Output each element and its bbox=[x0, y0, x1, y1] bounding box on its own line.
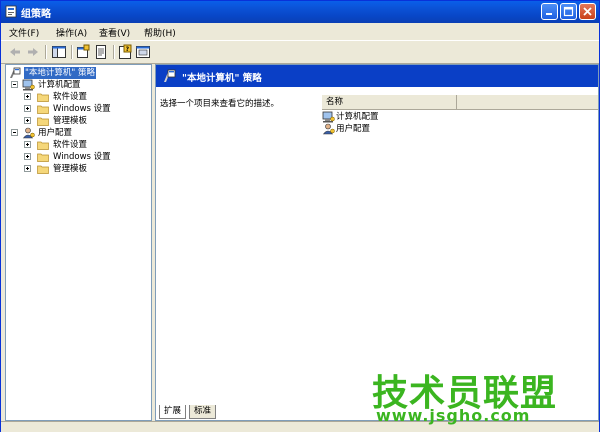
folder-icon bbox=[37, 153, 49, 162]
expand-toggle[interactable] bbox=[24, 117, 31, 124]
column-header-name[interactable]: 名称 bbox=[322, 95, 457, 109]
minimize-button[interactable] bbox=[541, 3, 558, 20]
maximize-icon bbox=[563, 6, 574, 17]
menu-file[interactable]: 文件(F) bbox=[9, 26, 39, 39]
list-item-label: 用户配置 bbox=[336, 124, 371, 134]
show-hide-tree-icon[interactable] bbox=[51, 44, 67, 60]
description-text: 选择一个项目来查看它的描述。 bbox=[160, 99, 280, 109]
watermark-url: www.jsgho.com bbox=[376, 406, 531, 425]
menu-action[interactable]: 操作(A) bbox=[56, 26, 87, 39]
collapse-toggle[interactable] bbox=[11, 129, 18, 136]
console-tree-pane[interactable]: "本地计算机" 策略 计算机配置 软件设置 Windows 设置 管理模板 用户… bbox=[5, 64, 152, 421]
svg-text:?: ? bbox=[126, 46, 130, 53]
tree-label: Windows 设置 bbox=[53, 104, 111, 114]
forward-icon[interactable] bbox=[25, 44, 41, 60]
window-title: 组策略 bbox=[21, 9, 51, 20]
policy-icon bbox=[10, 67, 21, 78]
export-icon[interactable] bbox=[93, 44, 109, 60]
close-icon bbox=[583, 7, 592, 16]
menu-bar: 文件(F) 操作(A) 查看(V) 帮助(H) bbox=[1, 23, 599, 40]
properties-icon[interactable] bbox=[75, 44, 91, 60]
maximize-button[interactable] bbox=[560, 3, 577, 20]
toolbar-separator bbox=[71, 45, 73, 59]
collapse-toggle[interactable] bbox=[11, 81, 18, 88]
tree-label-root: "本地计算机" 策略 bbox=[24, 67, 97, 79]
policy-app-icon bbox=[5, 5, 17, 18]
folder-icon bbox=[37, 105, 49, 114]
user-icon bbox=[22, 127, 35, 139]
tree-label: Windows 设置 bbox=[53, 152, 111, 162]
details-header-title: "本地计算机" 策略 bbox=[182, 73, 262, 84]
expand-toggle[interactable] bbox=[24, 153, 31, 160]
tree-label: 管理模板 bbox=[53, 116, 88, 126]
tree-label: 软件设置 bbox=[53, 92, 88, 102]
expand-toggle[interactable] bbox=[24, 165, 31, 172]
watermark: 技术员联盟 www.jsgho.com bbox=[366, 364, 596, 430]
help-icon[interactable]: ? bbox=[117, 44, 133, 60]
menu-view[interactable]: 查看(V) bbox=[99, 26, 130, 39]
expand-toggle[interactable] bbox=[24, 93, 31, 100]
folder-icon bbox=[37, 93, 49, 102]
folder-icon bbox=[37, 141, 49, 150]
computer-icon bbox=[22, 79, 35, 91]
back-icon[interactable] bbox=[7, 44, 23, 60]
toolbar-separator bbox=[113, 45, 115, 59]
expand-toggle[interactable] bbox=[24, 105, 31, 112]
tree-label-computer-config: 计算机配置 bbox=[38, 80, 81, 90]
policy-icon bbox=[164, 69, 176, 82]
toolbar: ? bbox=[1, 40, 599, 64]
console-icon[interactable] bbox=[135, 44, 151, 60]
tab-extended[interactable]: 扩展 bbox=[159, 405, 187, 419]
tree-label: 管理模板 bbox=[53, 164, 88, 174]
toolbar-separator bbox=[45, 45, 47, 59]
menu-help[interactable]: 帮助(H) bbox=[144, 26, 176, 39]
minimize-icon bbox=[546, 13, 552, 15]
user-icon bbox=[322, 123, 335, 135]
title-bar[interactable]: 组策略 bbox=[1, 1, 599, 23]
close-button[interactable] bbox=[579, 3, 596, 20]
list-header: 名称 bbox=[322, 95, 598, 110]
list-item-label: 计算机配置 bbox=[336, 112, 379, 122]
tree-label: 软件设置 bbox=[53, 140, 88, 150]
view-tabs: 扩展 标准 bbox=[155, 405, 355, 421]
folder-icon bbox=[37, 117, 49, 126]
details-header: "本地计算机" 策略 bbox=[156, 65, 598, 87]
folder-icon bbox=[37, 165, 49, 174]
expand-toggle[interactable] bbox=[24, 141, 31, 148]
computer-icon bbox=[322, 111, 335, 123]
tree-label-user-config: 用户配置 bbox=[38, 128, 73, 138]
tab-standard[interactable]: 标准 bbox=[189, 405, 217, 419]
